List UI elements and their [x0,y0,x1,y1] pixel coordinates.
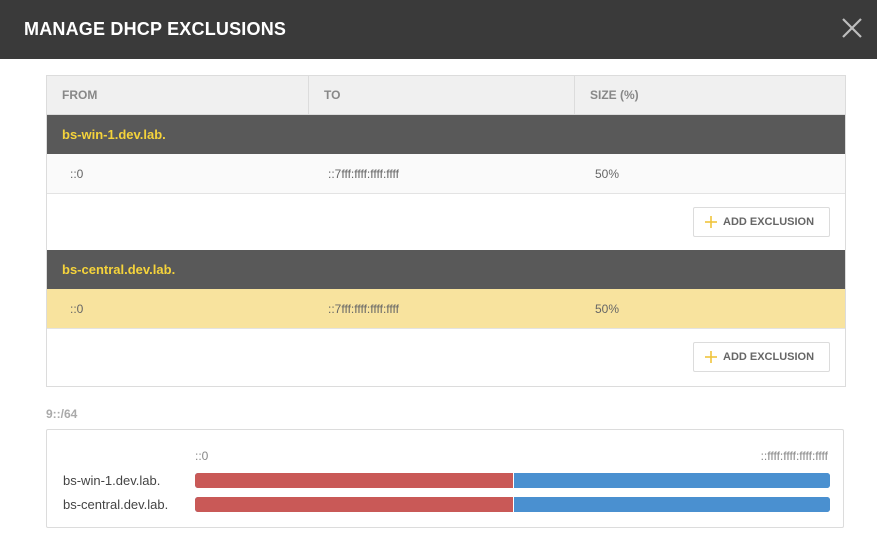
to-cell: ::7fff:ffff:ffff:ffff [328,166,399,181]
bar-label-bs-central: bs-central.dev.lab. [63,497,169,512]
column-header-to[interactable]: TO [308,76,574,114]
table-row[interactable]: ::0 ::7fff:ffff:ffff:ffff 50% [47,154,845,194]
bar-label-bs-win-1: bs-win-1.dev.lab. [63,473,161,488]
range-start-label: ::0 [195,449,209,463]
table-row[interactable]: ::0 ::7fff:ffff:ffff:ffff 50% [47,289,845,329]
range-bar-bs-central[interactable] [195,497,830,512]
available-segment[interactable] [512,497,830,512]
range-end-label: ::ffff:ffff:ffff:ffff [760,449,828,463]
exclusions-table: FROM TO SIZE (%) bs-win-1.dev.lab. ::0 :… [46,75,846,387]
close-icon [842,18,862,38]
add-exclusion-label: ADD EXCLUSION [723,216,815,228]
group-actions: ADD EXCLUSION [47,329,845,385]
plus-icon [705,216,717,228]
address-range-panel: ::0 ::ffff:ffff:ffff:ffff bs-win-1.dev.l… [46,429,844,528]
from-cell: ::0 [70,301,84,316]
size-cell: 50% [595,301,620,316]
add-exclusion-button[interactable]: ADD EXCLUSION [693,342,830,372]
plus-icon [705,351,717,363]
from-cell: ::0 [70,166,84,181]
add-exclusion-button[interactable]: ADD EXCLUSION [693,207,830,237]
size-cell: 50% [595,166,620,181]
group-actions: ADD EXCLUSION [47,194,845,250]
available-segment[interactable] [512,473,830,488]
dialog-header: MANAGE DHCP EXCLUSIONS [0,0,877,59]
close-button[interactable] [839,15,865,41]
excluded-segment[interactable] [195,473,513,488]
dialog-title: MANAGE DHCP EXCLUSIONS [24,19,287,39]
group-header-bs-win-1: bs-win-1.dev.lab. [47,115,845,154]
subnet-label: 9::/64 [46,407,78,421]
column-header-size[interactable]: SIZE (%) [574,76,845,114]
to-cell: ::7fff:ffff:ffff:ffff [328,301,399,316]
excluded-segment[interactable] [195,497,513,512]
add-exclusion-label: ADD EXCLUSION [723,351,815,363]
group-header-bs-central: bs-central.dev.lab. [47,250,845,289]
table-header: FROM TO SIZE (%) [47,76,845,115]
column-header-from[interactable]: FROM [47,76,308,114]
range-bar-bs-win-1[interactable] [195,473,830,488]
